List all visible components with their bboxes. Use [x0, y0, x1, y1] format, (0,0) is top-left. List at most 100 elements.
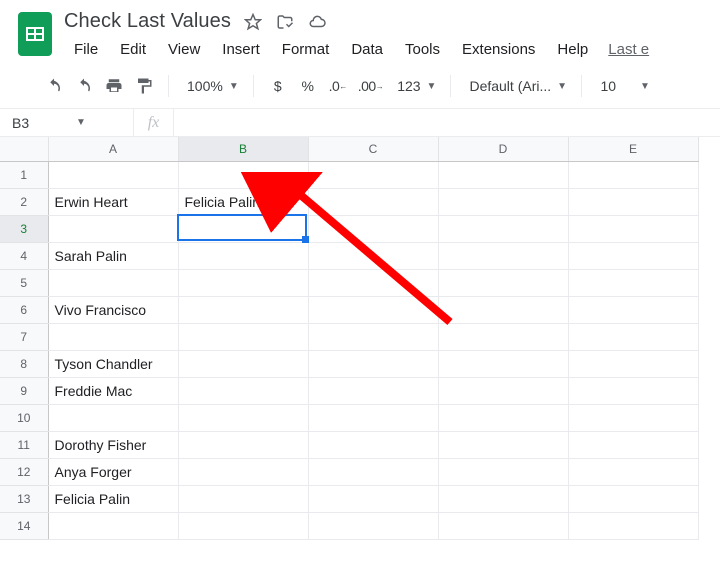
cell[interactable]: [178, 404, 308, 431]
cell[interactable]: [438, 431, 568, 458]
cell[interactable]: [178, 269, 308, 296]
cell[interactable]: [568, 512, 698, 539]
cell[interactable]: [48, 404, 178, 431]
cell[interactable]: [308, 188, 438, 215]
cell[interactable]: Freddie Mac: [48, 377, 178, 404]
formula-input[interactable]: [174, 109, 720, 136]
menu-view[interactable]: View: [158, 37, 210, 62]
cell[interactable]: Felicia Palin: [178, 188, 308, 215]
cell[interactable]: [308, 377, 438, 404]
move-folder-icon[interactable]: [275, 12, 295, 32]
cell[interactable]: [178, 323, 308, 350]
cell[interactable]: [48, 269, 178, 296]
cell[interactable]: [438, 161, 568, 188]
zoom-dropdown[interactable]: 100% ▼: [179, 78, 243, 94]
cell[interactable]: [568, 161, 698, 188]
font-dropdown[interactable]: Default (Ari... ▼: [461, 78, 571, 94]
menu-edit[interactable]: Edit: [110, 37, 156, 62]
decrease-decimal-button[interactable]: .0←: [324, 72, 352, 100]
cell[interactable]: [568, 323, 698, 350]
cell[interactable]: [308, 269, 438, 296]
row-header[interactable]: 11: [0, 431, 48, 458]
cell[interactable]: [178, 512, 308, 539]
increase-decimal-button[interactable]: .00→: [354, 72, 387, 100]
cell[interactable]: [438, 215, 568, 242]
cell[interactable]: [568, 242, 698, 269]
cell[interactable]: [438, 404, 568, 431]
spreadsheet-grid[interactable]: ABCDE 12Erwin HeartFelicia Palin34Sarah …: [0, 137, 699, 540]
cell[interactable]: Sarah Palin: [48, 242, 178, 269]
cell[interactable]: [568, 431, 698, 458]
cell[interactable]: Erwin Heart: [48, 188, 178, 215]
cell[interactable]: [48, 323, 178, 350]
cloud-status-icon[interactable]: [307, 12, 327, 32]
cell[interactable]: [178, 242, 308, 269]
menu-file[interactable]: File: [64, 37, 108, 62]
row-header[interactable]: 10: [0, 404, 48, 431]
cell[interactable]: [308, 485, 438, 512]
cell[interactable]: Tyson Chandler: [48, 350, 178, 377]
row-header[interactable]: 5: [0, 269, 48, 296]
cell[interactable]: [438, 242, 568, 269]
row-header[interactable]: 4: [0, 242, 48, 269]
cell[interactable]: [308, 242, 438, 269]
row-header[interactable]: 2: [0, 188, 48, 215]
column-header-C[interactable]: C: [308, 137, 438, 161]
format-currency-button[interactable]: $: [264, 72, 292, 100]
cell[interactable]: [308, 404, 438, 431]
cell[interactable]: [568, 188, 698, 215]
row-header[interactable]: 12: [0, 458, 48, 485]
name-box-input[interactable]: [10, 114, 70, 132]
cell[interactable]: [308, 161, 438, 188]
row-header[interactable]: 8: [0, 350, 48, 377]
row-header[interactable]: 1: [0, 161, 48, 188]
cell[interactable]: [48, 512, 178, 539]
cell[interactable]: [178, 296, 308, 323]
name-box[interactable]: ▼: [0, 109, 134, 136]
menu-tools[interactable]: Tools: [395, 37, 450, 62]
menu-insert[interactable]: Insert: [212, 37, 270, 62]
cell[interactable]: [438, 269, 568, 296]
cell[interactable]: [178, 161, 308, 188]
cell[interactable]: [308, 458, 438, 485]
cell[interactable]: [308, 431, 438, 458]
cell[interactable]: [438, 188, 568, 215]
cell[interactable]: [178, 431, 308, 458]
menu-format[interactable]: Format: [272, 37, 340, 62]
row-header[interactable]: 3: [0, 215, 48, 242]
undo-button[interactable]: [40, 72, 68, 100]
column-header-B[interactable]: B: [178, 137, 308, 161]
paint-format-button[interactable]: [130, 72, 158, 100]
redo-button[interactable]: [70, 72, 98, 100]
cell[interactable]: [48, 161, 178, 188]
cell[interactable]: [48, 215, 178, 242]
doc-title[interactable]: Check Last Values: [64, 10, 231, 33]
cell[interactable]: [308, 350, 438, 377]
cell[interactable]: Felicia Palin: [48, 485, 178, 512]
row-header[interactable]: 9: [0, 377, 48, 404]
print-button[interactable]: [100, 72, 128, 100]
cell[interactable]: [178, 485, 308, 512]
cell[interactable]: [308, 296, 438, 323]
cell[interactable]: Vivo Francisco: [48, 296, 178, 323]
select-all-corner[interactable]: [0, 137, 48, 161]
number-format-dropdown[interactable]: 123 ▼: [389, 78, 440, 94]
cell[interactable]: Dorothy Fisher: [48, 431, 178, 458]
row-header[interactable]: 7: [0, 323, 48, 350]
cell[interactable]: [438, 458, 568, 485]
cell[interactable]: [568, 350, 698, 377]
cell[interactable]: [568, 485, 698, 512]
cell[interactable]: [438, 512, 568, 539]
cell[interactable]: [308, 323, 438, 350]
cell[interactable]: [438, 485, 568, 512]
cell[interactable]: [308, 512, 438, 539]
format-percent-button[interactable]: %: [294, 72, 322, 100]
cell[interactable]: [178, 377, 308, 404]
cell[interactable]: [568, 404, 698, 431]
menu-help[interactable]: Help: [547, 37, 598, 62]
cell[interactable]: [438, 323, 568, 350]
sheets-logo[interactable]: [14, 6, 56, 62]
cell[interactable]: [308, 215, 438, 242]
column-header-E[interactable]: E: [568, 137, 698, 161]
cell[interactable]: [438, 377, 568, 404]
